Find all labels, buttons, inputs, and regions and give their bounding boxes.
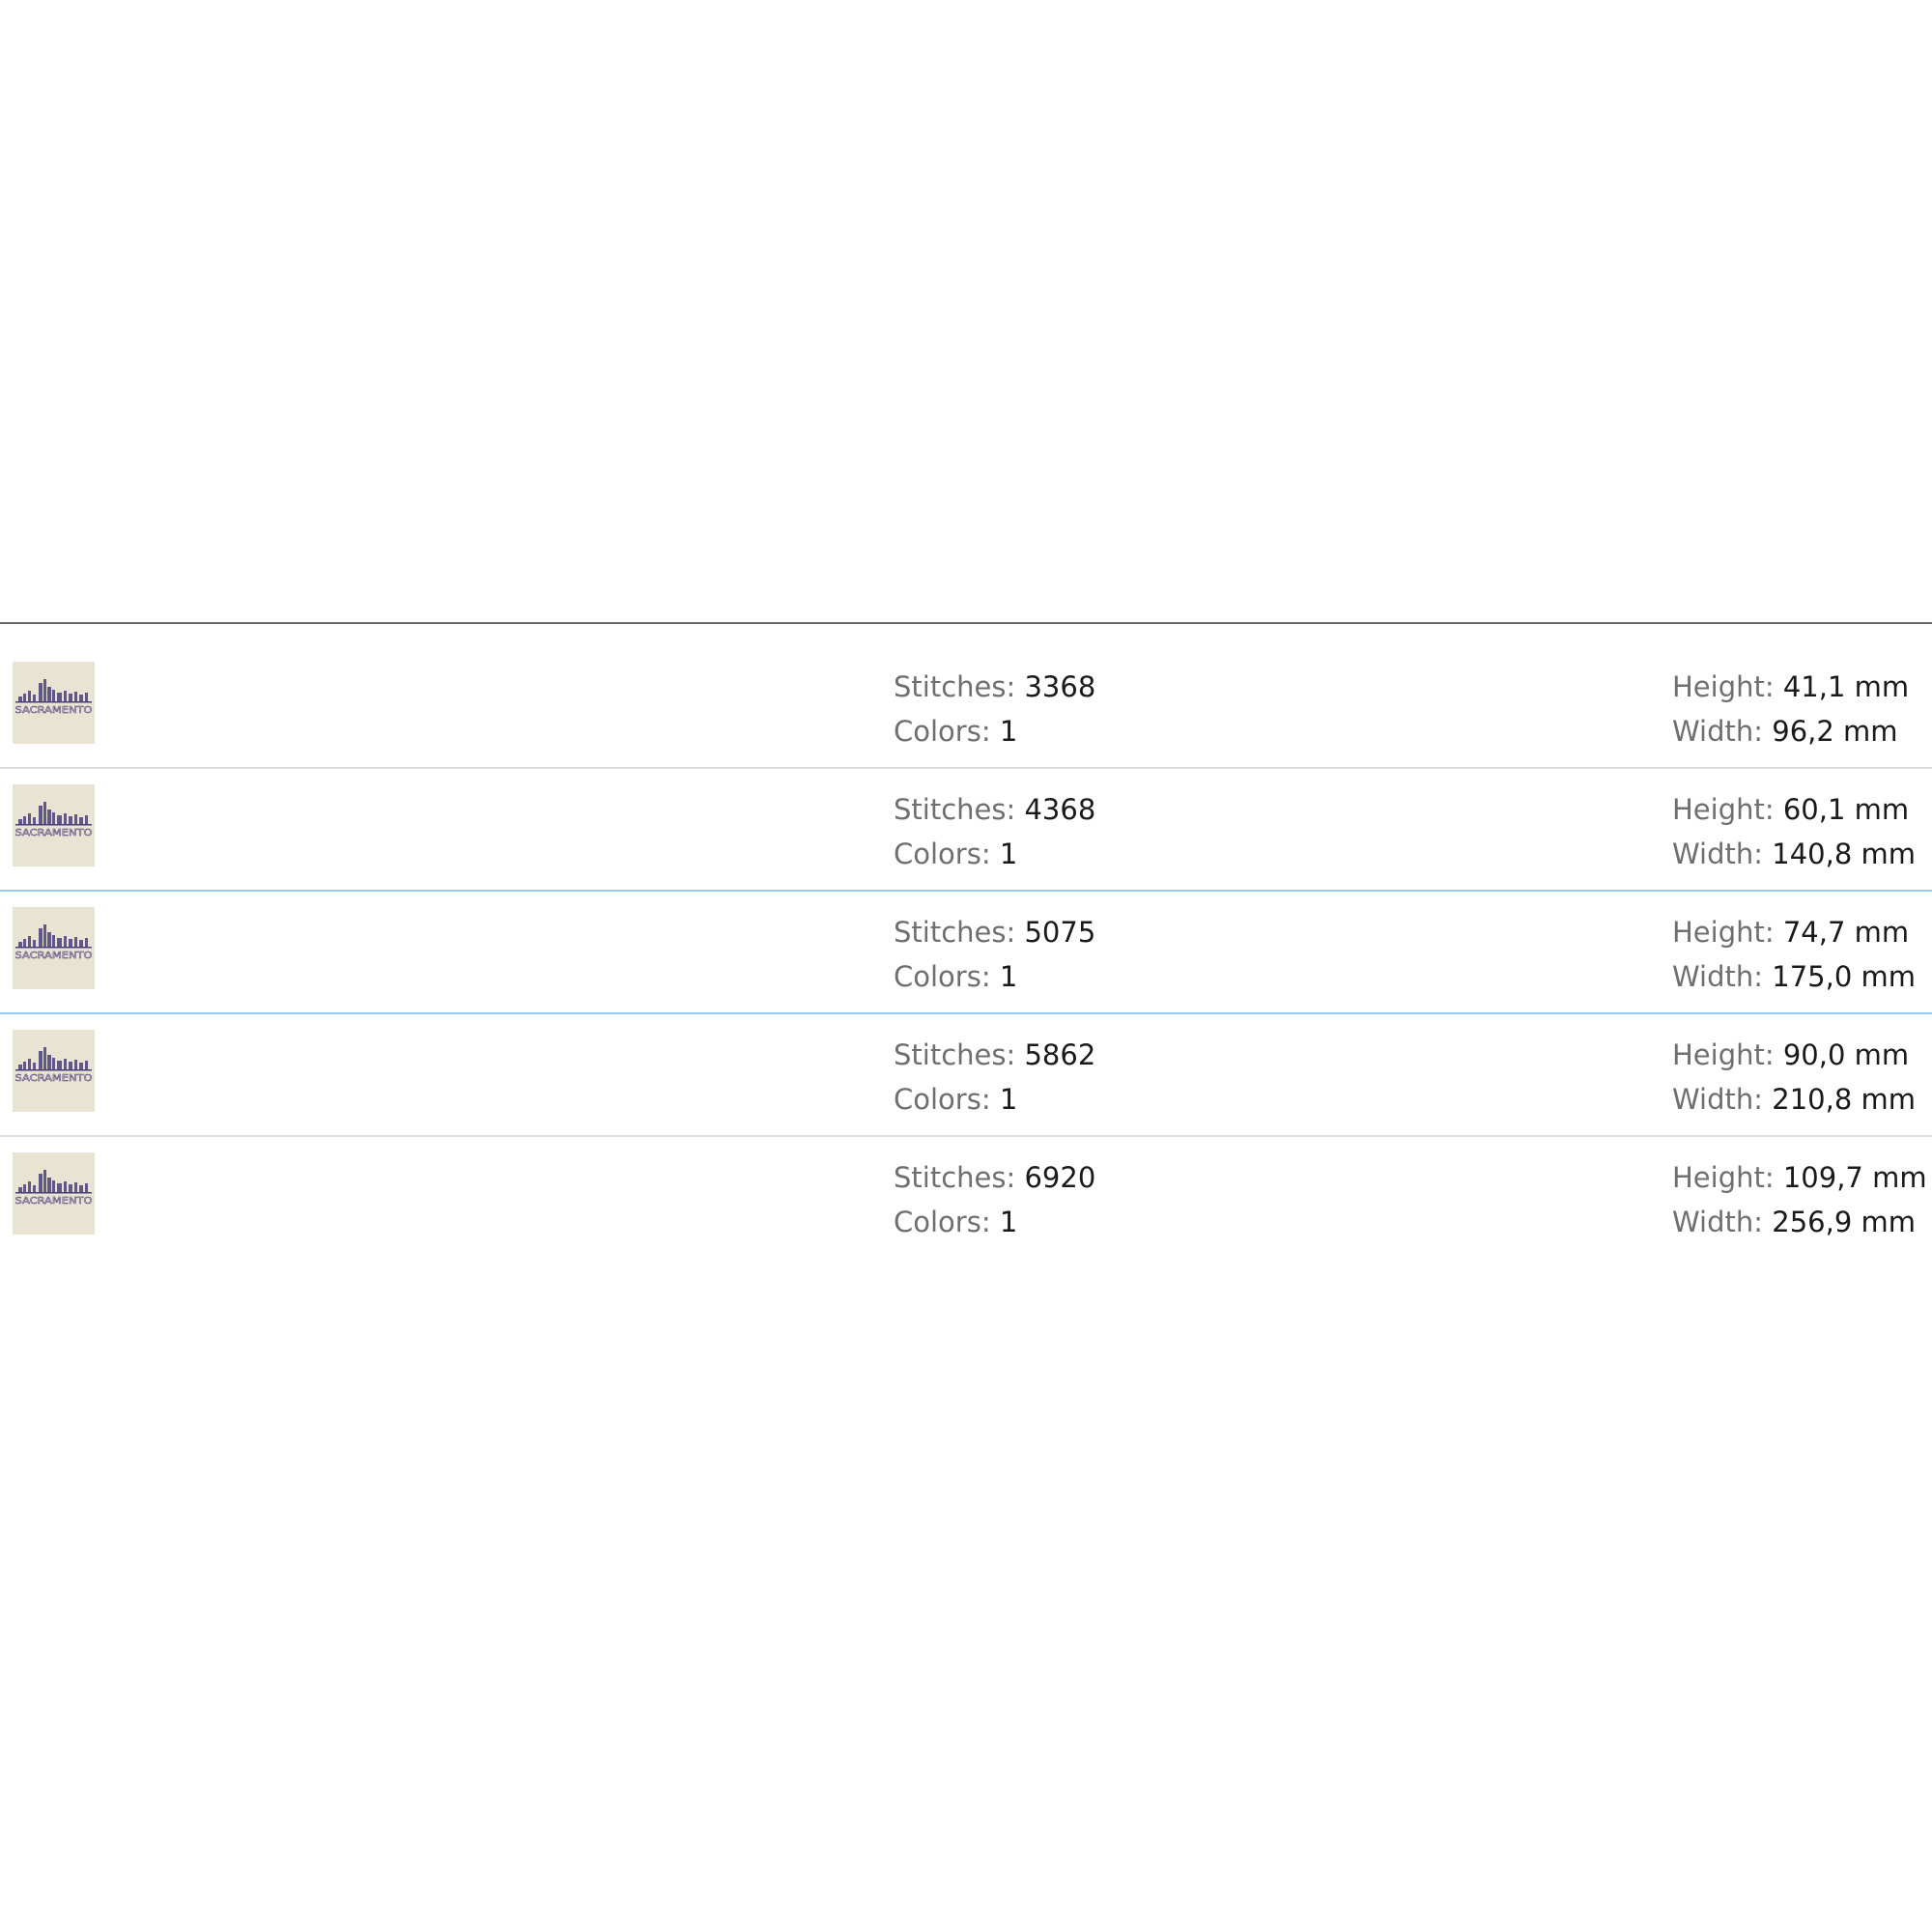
width-value: 256,9 mm bbox=[1772, 1206, 1916, 1238]
stitch-color-info: Stitches: 4368 Colors: 1 bbox=[894, 787, 1095, 876]
width-label: Width: bbox=[1672, 838, 1764, 870]
height-label: Height: bbox=[1672, 670, 1775, 703]
colors-label: Colors: bbox=[894, 1206, 991, 1238]
skyline-embroidery-icon: SACRAMENTO bbox=[14, 1170, 93, 1207]
colors-value: 1 bbox=[999, 1206, 1018, 1238]
height-label: Height: bbox=[1672, 793, 1775, 826]
stitches-label: Stitches: bbox=[894, 1038, 1016, 1071]
stitches-value: 3368 bbox=[1024, 670, 1096, 703]
design-thumbnail-icon: SACRAMENTO bbox=[13, 784, 95, 867]
colors-value: 1 bbox=[999, 838, 1018, 870]
dimension-info: Height: 60,1 mm Width: 140,8 mm bbox=[1672, 787, 1916, 876]
svg-text:SACRAMENTO: SACRAMENTO bbox=[15, 1073, 93, 1084]
skyline-embroidery-icon: SACRAMENTO bbox=[14, 802, 93, 838]
colors-label: Colors: bbox=[894, 838, 991, 870]
stitches-label: Stitches: bbox=[894, 916, 1016, 949]
design-thumbnail-icon: SACRAMENTO bbox=[13, 907, 95, 989]
stitch-color-info: Stitches: 5075 Colors: 1 bbox=[894, 910, 1095, 999]
stitches-value: 5862 bbox=[1024, 1038, 1096, 1071]
list-item[interactable]: SACRAMENTO Stitches: 6920 Colors: 1 Heig… bbox=[0, 1137, 1932, 1260]
colors-value: 1 bbox=[999, 1083, 1018, 1116]
list-item[interactable]: SACRAMENTO Stitches: 5075 Colors: 1 Heig… bbox=[0, 892, 1932, 1014]
colors-value: 1 bbox=[999, 715, 1018, 748]
stitches-label: Stitches: bbox=[894, 793, 1016, 826]
stitches-value: 6920 bbox=[1024, 1161, 1096, 1194]
width-label: Width: bbox=[1672, 960, 1764, 993]
stitch-color-info: Stitches: 6920 Colors: 1 bbox=[894, 1155, 1095, 1244]
height-label: Height: bbox=[1672, 916, 1775, 949]
stitches-value: 4368 bbox=[1024, 793, 1096, 826]
width-value: 210,8 mm bbox=[1772, 1083, 1916, 1116]
height-value: 60,1 mm bbox=[1782, 793, 1910, 826]
design-thumbnail-icon: SACRAMENTO bbox=[13, 662, 95, 744]
height-value: 41,1 mm bbox=[1782, 670, 1910, 703]
width-value: 96,2 mm bbox=[1772, 715, 1898, 748]
skyline-embroidery-icon: SACRAMENTO bbox=[14, 924, 93, 961]
colors-label: Colors: bbox=[894, 1083, 991, 1116]
design-list: SACRAMENTO Stitches: 3368 Colors: 1 Heig… bbox=[0, 622, 1932, 1260]
height-value: 74,7 mm bbox=[1782, 916, 1910, 949]
width-label: Width: bbox=[1672, 1206, 1764, 1238]
dimension-info: Height: 74,7 mm Width: 175,0 mm bbox=[1672, 910, 1916, 999]
height-value: 109,7 mm bbox=[1782, 1161, 1927, 1194]
dimension-info: Height: 41,1 mm Width: 96,2 mm bbox=[1672, 665, 1909, 753]
stitch-color-info: Stitches: 5862 Colors: 1 bbox=[894, 1033, 1095, 1122]
stitches-label: Stitches: bbox=[894, 1161, 1016, 1194]
design-thumbnail-icon: SACRAMENTO bbox=[13, 1152, 95, 1235]
colors-label: Colors: bbox=[894, 715, 991, 748]
width-label: Width: bbox=[1672, 715, 1764, 748]
height-value: 90,0 mm bbox=[1782, 1038, 1910, 1071]
width-label: Width: bbox=[1672, 1083, 1764, 1116]
width-value: 175,0 mm bbox=[1772, 960, 1916, 993]
svg-text:SACRAMENTO: SACRAMENTO bbox=[15, 705, 93, 716]
colors-label: Colors: bbox=[894, 960, 991, 993]
height-label: Height: bbox=[1672, 1161, 1775, 1194]
svg-text:SACRAMENTO: SACRAMENTO bbox=[15, 1196, 93, 1207]
colors-value: 1 bbox=[999, 960, 1018, 993]
dimension-info: Height: 109,7 mm Width: 256,9 mm bbox=[1672, 1155, 1927, 1244]
stitch-color-info: Stitches: 3368 Colors: 1 bbox=[894, 665, 1095, 753]
skyline-embroidery-icon: SACRAMENTO bbox=[14, 1047, 93, 1084]
stitches-label: Stitches: bbox=[894, 670, 1016, 703]
height-label: Height: bbox=[1672, 1038, 1775, 1071]
svg-text:SACRAMENTO: SACRAMENTO bbox=[15, 828, 93, 838]
list-item[interactable]: SACRAMENTO Stitches: 4368 Colors: 1 Heig… bbox=[0, 769, 1932, 892]
stitches-value: 5075 bbox=[1024, 916, 1096, 949]
list-item[interactable]: SACRAMENTO Stitches: 5862 Colors: 1 Heig… bbox=[0, 1014, 1932, 1137]
dimension-info: Height: 90,0 mm Width: 210,8 mm bbox=[1672, 1033, 1916, 1122]
width-value: 140,8 mm bbox=[1772, 838, 1916, 870]
skyline-embroidery-icon: SACRAMENTO bbox=[14, 679, 93, 716]
list-item[interactable]: SACRAMENTO Stitches: 3368 Colors: 1 Heig… bbox=[0, 624, 1932, 769]
design-thumbnail-icon: SACRAMENTO bbox=[13, 1030, 95, 1112]
svg-text:SACRAMENTO: SACRAMENTO bbox=[15, 951, 93, 961]
